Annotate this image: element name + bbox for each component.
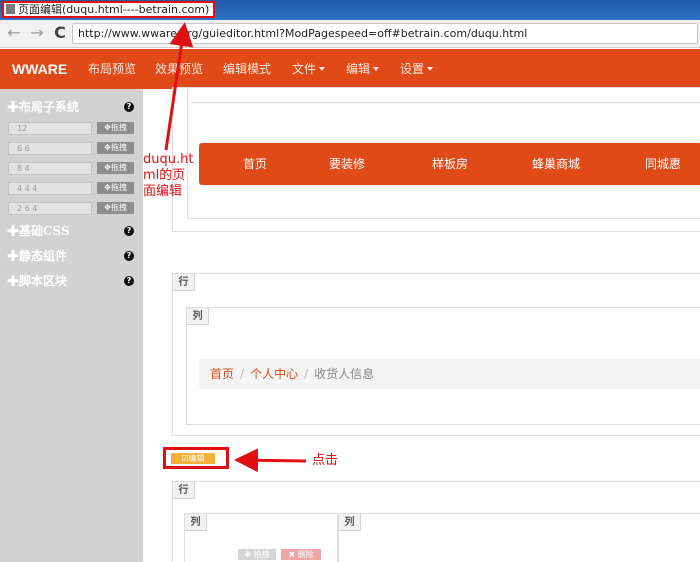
column-block[interactable]: 列 <box>338 513 700 562</box>
site-nav-showroom[interactable]: 样板房 <box>432 143 468 185</box>
sidebar-layout-system[interactable]: ✚布局子系统 <box>7 99 79 115</box>
layout-input[interactable]: 2 6 4 <box>8 202 92 215</box>
address-bar[interactable]: http://www.wware.org/guieditor.html?ModP… <box>72 23 698 44</box>
nav-layout-preview[interactable]: 布局预览 <box>88 49 136 89</box>
help-icon[interactable]: ? <box>124 226 134 236</box>
row-block[interactable]: 行 列 ✥ 拖拽 ✖ 删除 列 <box>172 481 700 562</box>
nav-edit-menu[interactable]: 编辑 <box>346 49 380 89</box>
drag-button[interactable]: ✥拖拽 <box>97 122 134 134</box>
annotation-page-edit: duqu.ht ml的页 面编辑 <box>143 152 194 199</box>
app-navbar: WWARE 布局预览 效果预览 编辑模式 文件 编辑 设置 <box>0 49 700 89</box>
breadcrumb: 首页 / 个人中心 / 收货人信息 <box>199 359 700 389</box>
annotation-click: 点击 <box>312 453 339 468</box>
column-block[interactable]: 列 ✥ 拖拽 ✖ 删除 <box>184 513 338 562</box>
browser-toolbar: ← → C http://www.wware.org/guieditor.htm… <box>0 20 700 48</box>
drag-button[interactable]: ✥拖拽 <box>97 142 134 154</box>
drag-button[interactable]: ✥拖拽 <box>97 162 134 174</box>
nav-file-menu[interactable]: 文件 <box>292 49 326 89</box>
nav-file-label: 文件 <box>292 62 317 76</box>
sidebar-script-blocks[interactable]: ✚脚本区块 <box>7 273 67 289</box>
row-block[interactable]: 行 列 <box>172 273 700 436</box>
column-tag[interactable]: 列 <box>339 514 361 531</box>
help-icon[interactable]: ? <box>124 251 134 261</box>
ghost-drag-button[interactable]: ✥ 拖拽 <box>238 549 276 560</box>
layout-row-12: 12 ✥拖拽 <box>8 122 134 135</box>
site-nav-decorate[interactable]: 要装修 <box>329 143 365 185</box>
drag-button[interactable]: ✥拖拽 <box>97 202 134 214</box>
breadcrumb-current: 收货人信息 <box>314 367 375 381</box>
help-icon[interactable]: ? <box>124 276 134 286</box>
layout-input[interactable]: 8 4 <box>8 162 92 175</box>
editor-canvas: 首页 要装修 样板房 蜂巢商城 同城惠 行 列 首页 / 个人中心 / 收货人信息 ☑编… <box>143 87 700 562</box>
caret-down-icon <box>373 67 380 71</box>
row-tag[interactable]: 行 <box>173 482 195 499</box>
layout-row-6-6: 6 6 ✥拖拽 <box>8 142 134 155</box>
layout-input[interactable]: 12 <box>8 122 92 135</box>
brand-logo[interactable]: WWARE <box>12 49 67 89</box>
caret-down-icon <box>427 67 434 71</box>
edit-button[interactable]: ☑编辑 <box>171 453 215 464</box>
back-arrow-icon[interactable]: ← <box>5 24 23 42</box>
breadcrumb-sep: / <box>304 367 309 381</box>
nav-settings-label: 设置 <box>400 62 425 76</box>
column-tag[interactable]: 列 <box>185 514 207 531</box>
layout-row-8-4: 8 4 ✥拖拽 <box>8 162 134 175</box>
breadcrumb-sep: / <box>240 367 245 381</box>
sidebar: ✚布局子系统 ? 12 ✥拖拽 6 6 ✥拖拽 8 4 ✥拖拽 4 4 4 ✥拖… <box>0 89 143 562</box>
window-titlebar: 页面编辑(duqu.html----betrain.com) <box>0 0 700 20</box>
row-tag[interactable]: 行 <box>173 274 195 291</box>
screenshot: 页面编辑(duqu.html----betrain.com) ← → C htt… <box>0 0 700 562</box>
column-tag[interactable]: 列 <box>187 308 209 325</box>
breadcrumb-center[interactable]: 个人中心 <box>250 367 298 381</box>
nav-edit-mode[interactable]: 编辑模式 <box>223 49 271 89</box>
nav-settings-menu[interactable]: 设置 <box>400 49 434 89</box>
page-icon <box>6 4 15 14</box>
site-nav-mall[interactable]: 蜂巢商城 <box>532 143 580 185</box>
layout-input[interactable]: 4 4 4 <box>8 182 92 195</box>
site-top-nav: 首页 要装修 样板房 蜂巢商城 同城惠 <box>199 143 700 185</box>
layout-row-4-4-4: 4 4 4 ✥拖拽 <box>8 182 134 195</box>
caret-down-icon <box>319 67 326 71</box>
sidebar-base-css[interactable]: ✚基础CSS <box>7 223 70 239</box>
window-title: 页面编辑(duqu.html----betrain.com) <box>18 3 210 16</box>
forward-arrow-icon[interactable]: → <box>28 24 46 42</box>
layout-row-2-6-4: 2 6 4 ✥拖拽 <box>8 202 134 215</box>
nav-edit-label: 编辑 <box>346 62 371 76</box>
nav-effect-preview[interactable]: 效果预览 <box>155 49 203 89</box>
window-title-highlight: 页面编辑(duqu.html----betrain.com) <box>2 1 216 18</box>
breadcrumb-home[interactable]: 首页 <box>210 367 234 381</box>
top-column-edge <box>191 87 700 103</box>
layout-input[interactable]: 6 6 <box>8 142 92 155</box>
ghost-delete-button[interactable]: ✖ 删除 <box>281 549 321 560</box>
drag-button[interactable]: ✥拖拽 <box>97 182 134 194</box>
site-nav-home[interactable]: 首页 <box>243 143 267 185</box>
reload-icon[interactable]: C <box>51 24 69 42</box>
site-nav-local[interactable]: 同城惠 <box>645 143 681 185</box>
sidebar-static-components[interactable]: ✚静态组件 <box>7 248 67 264</box>
edit-highlight: ☑编辑 <box>163 447 229 469</box>
help-icon[interactable]: ? <box>124 102 134 112</box>
